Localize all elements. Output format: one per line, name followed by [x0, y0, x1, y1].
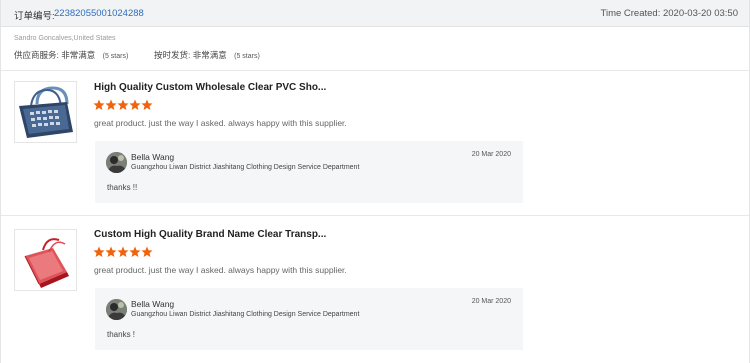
tote-bag-image [15, 82, 76, 142]
product-thumbnail[interactable] [14, 81, 77, 143]
avatar [106, 299, 127, 320]
supplier-service-value: 非常满意 [61, 50, 96, 60]
supplier-reply: Bella Wang Guangzhou Liwan District Jias… [95, 141, 523, 203]
order-header: 订单编号: 22382055001024288 Time Created: 20… [1, 0, 749, 27]
replier-name: Bella Wang [131, 299, 175, 309]
replier-company: Guangzhou Liwan District Jiashitang Clot… [131, 311, 360, 318]
red-gift-bag-image [15, 230, 76, 290]
replier-company: Guangzhou Liwan District Jiashitang Clot… [131, 164, 360, 171]
product-thumbnail[interactable] [14, 229, 77, 291]
reply-text: thanks ! [107, 330, 136, 339]
reply-date: 20 Mar 2020 [471, 298, 511, 305]
star-icon [129, 99, 141, 110]
star-icon [117, 246, 129, 257]
star-icon [141, 246, 153, 257]
divider [1, 70, 749, 71]
time-created: Time Created: 2020-03-20 03:50 [600, 8, 738, 19]
reply-date: 20 Mar 2020 [471, 151, 511, 158]
product-title-link[interactable]: Custom High Quality Brand Name Clear Tra… [94, 229, 326, 240]
supplier-service-stars-text: (5 stars) [102, 53, 129, 60]
review-text: great product. just the way I asked. alw… [94, 265, 347, 275]
on-time-shipping-label: 按时发货: [154, 50, 191, 60]
star-icon [105, 99, 117, 110]
reply-text: thanks !! [107, 183, 138, 192]
star-icon [117, 99, 129, 110]
on-time-shipping-rating: 按时发货: 非常满意 (5 stars) [154, 49, 260, 61]
order-number-label: 订单编号: [14, 11, 55, 22]
supplier-service-rating: 供应商服务: 非常满意 (5 stars) [14, 49, 128, 61]
replier-name: Bella Wang [131, 152, 175, 162]
on-time-shipping-stars-text: (5 stars) [234, 53, 260, 60]
star-icon [129, 246, 141, 257]
star-icon [105, 246, 117, 257]
supplier-service-label: 供应商服务: [14, 50, 59, 60]
star-icon [141, 99, 153, 110]
review-text: great product. just the way I asked. alw… [94, 118, 347, 128]
order-review-panel: 订单编号: 22382055001024288 Time Created: 20… [0, 0, 750, 363]
avatar [106, 152, 127, 173]
buyer-name: Sandro Goncalves,United States [14, 35, 116, 42]
on-time-shipping-value: 非常满意 [192, 50, 227, 60]
star-icon [93, 99, 105, 110]
divider [1, 215, 749, 216]
product-title-link[interactable]: High Quality Custom Wholesale Clear PVC … [94, 82, 326, 93]
supplier-reply: Bella Wang Guangzhou Liwan District Jias… [95, 288, 523, 350]
order-number-link[interactable]: 22382055001024288 [54, 8, 144, 19]
supplier-avatar-image [106, 152, 127, 173]
supplier-avatar-image [106, 299, 127, 320]
star-icon [93, 246, 105, 257]
